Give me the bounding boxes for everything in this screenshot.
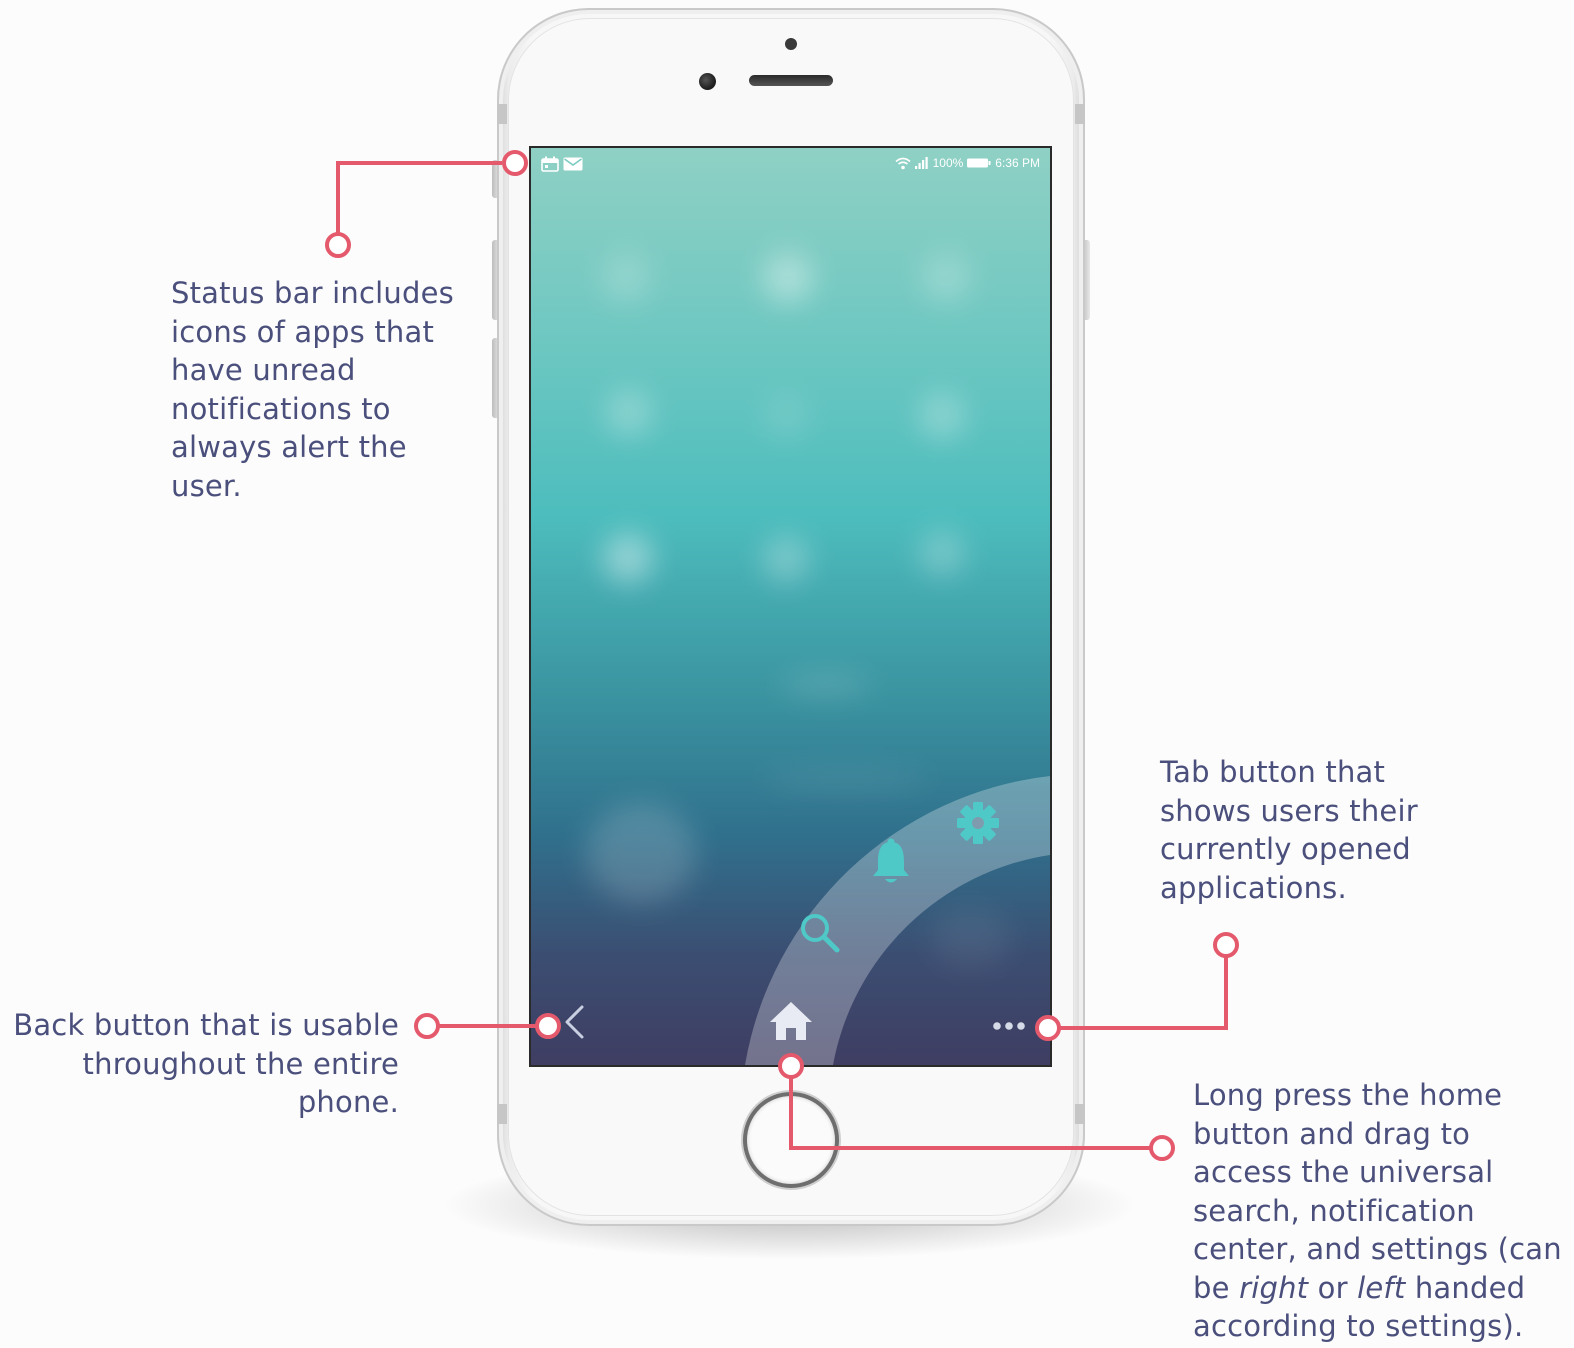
search-icon[interactable] (797, 910, 843, 956)
callout-line-status-bar (336, 161, 502, 234)
gear-icon[interactable] (955, 800, 1001, 846)
wifi-icon (895, 157, 911, 169)
status-time: 6:36 PM (995, 156, 1040, 170)
annotation-line: currently opened (1160, 832, 1411, 866)
signal-icon (914, 157, 928, 169)
annotation-home-button: Long press the home button and drag to a… (1193, 1076, 1562, 1346)
annotation-line: shows users their (1160, 793, 1418, 828)
annotation-line: Back button that is usable (13, 1008, 399, 1042)
annotation-line: user. (171, 468, 242, 503)
mail-icon[interactable] (563, 156, 583, 172)
antenna-band (1075, 1104, 1085, 1124)
blurred-app-icon (919, 530, 965, 576)
blurred-app-icon (763, 393, 809, 439)
blurred-app-icon (606, 390, 652, 436)
callout-endpoint (325, 232, 351, 258)
physical-home-button[interactable] (743, 1092, 839, 1188)
blurred-app-icon (921, 253, 971, 303)
phone-screen: 100% 6:36 PM (531, 148, 1050, 1065)
annotation-line: icons of apps that (171, 314, 435, 349)
blurred-app-icon (603, 533, 653, 583)
blurred-app-icon (601, 253, 651, 303)
antenna-band (1075, 104, 1085, 124)
more-dots-icon[interactable] (991, 1018, 1031, 1034)
blurred-widget (931, 908, 1011, 968)
antenna-band (497, 104, 507, 124)
annotation-line: Long press the home (1193, 1078, 1503, 1112)
annotation-fragment: or (1308, 1270, 1358, 1305)
annotation-emphasis-right: right (1239, 1270, 1309, 1305)
status-notification-icons (541, 156, 583, 172)
proximity-sensor (785, 38, 797, 50)
annotation-line: Status bar includes (171, 276, 454, 310)
back-button[interactable] (561, 1004, 587, 1040)
blurred-app-icon (919, 393, 965, 439)
antenna-band (497, 1104, 507, 1124)
callout-endpoint (414, 1013, 440, 1039)
annotation-line: access the universal (1193, 1155, 1494, 1189)
annotation-line: applications. (1160, 870, 1347, 905)
annotation-line: center, and settings (can (1193, 1232, 1562, 1266)
battery-percentage: 100% (932, 156, 964, 170)
status-bar: 100% 6:36 PM (531, 148, 1050, 178)
annotation-line: button and drag to (1193, 1116, 1471, 1151)
blurred-map-pin (586, 803, 696, 903)
annotation-line: Tab button that (1160, 755, 1386, 789)
annotation-status-bar: Status bar includes icons of apps that h… (171, 274, 454, 505)
annotation-line: throughout the entire (82, 1046, 399, 1081)
earpiece-speaker (749, 75, 833, 86)
annotation-line: have unread (171, 353, 356, 387)
status-system-indicators: 100% 6:36 PM (895, 156, 1040, 170)
callout-endpoint (1149, 1135, 1175, 1161)
annotation-line: always alert the (171, 430, 407, 464)
blurred-app-icon (763, 536, 809, 582)
annotation-line: according to settings). (1193, 1309, 1524, 1343)
annotation-fragment: be (1193, 1270, 1240, 1305)
blurred-widget (761, 768, 931, 790)
callout-endpoint (1213, 932, 1239, 958)
annotation-back-button: Back button that is usable throughout th… (13, 1006, 399, 1122)
annotated-phone-mockup: 100% 6:36 PM Status bar includes icons o… (0, 0, 1574, 1348)
annotation-line: notifications to (171, 391, 391, 426)
blurred-widget (781, 673, 871, 697)
blurred-app-icon (763, 253, 813, 303)
battery-icon (967, 158, 991, 168)
annotation-tab-button: Tab button that shows users their curren… (1160, 753, 1418, 907)
annotation-line: phone. (297, 1085, 399, 1119)
annotation-line: search, notification (1193, 1193, 1475, 1228)
home-icon[interactable] (767, 1000, 815, 1042)
bell-icon[interactable] (868, 836, 914, 886)
calendar-icon[interactable] (541, 156, 559, 172)
annotation-emphasis-left: left (1357, 1270, 1406, 1305)
annotation-line: be right or left handed (1193, 1269, 1562, 1308)
annotation-fragment: handed (1405, 1270, 1526, 1305)
front-camera-icon (699, 73, 716, 90)
